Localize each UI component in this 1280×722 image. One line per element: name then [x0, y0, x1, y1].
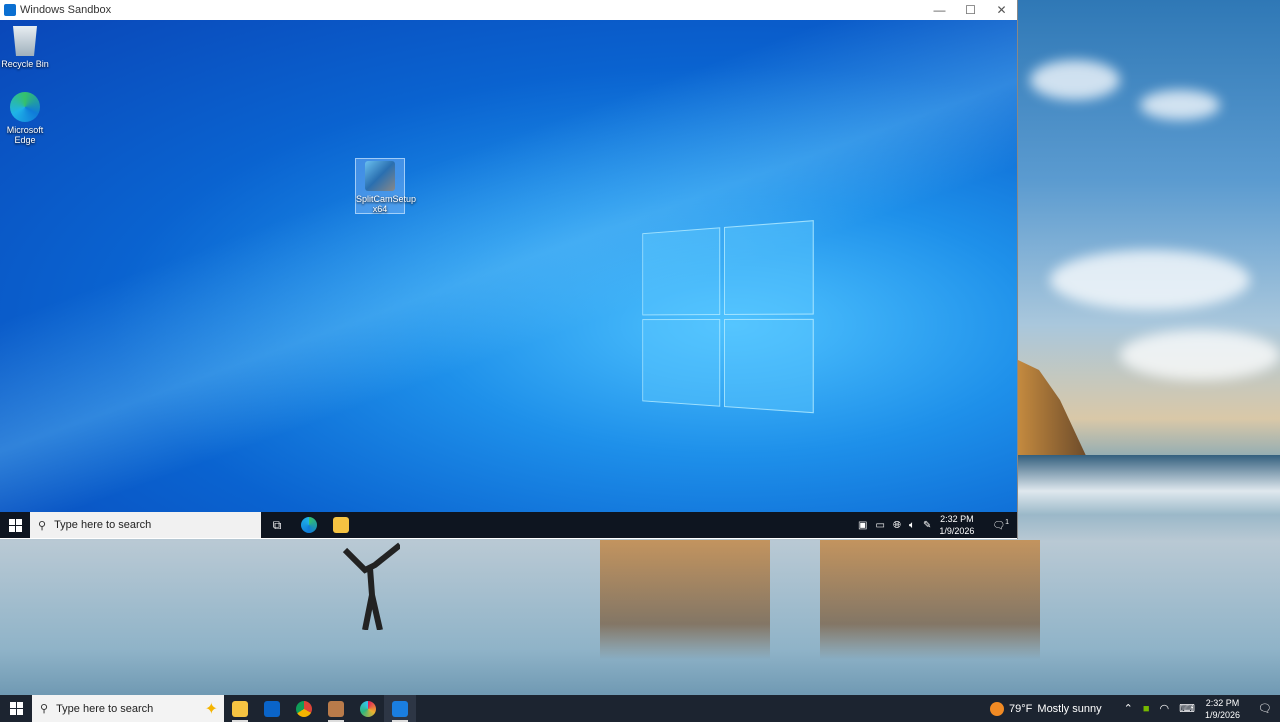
slack-icon: [360, 701, 376, 717]
taskbar-file-explorer[interactable]: [325, 512, 357, 538]
windows-icon: [10, 702, 23, 715]
edge-shortcut[interactable]: Microsoft Edge: [0, 92, 50, 145]
outlook-icon: [264, 701, 280, 717]
news-icon[interactable]: ▣: [858, 520, 867, 531]
handstand-figure: [340, 540, 400, 630]
taskbar-slack[interactable]: [352, 695, 384, 722]
time: 2:32 PM: [1205, 697, 1240, 709]
installer-icon: [365, 161, 395, 191]
network-icon[interactable]: 🌐︎: [893, 520, 901, 531]
icon-label: Microsoft Edge: [7, 125, 44, 145]
icon-label: Recycle Bin: [1, 59, 49, 69]
sandbox-desktop[interactable]: Recycle Bin Microsoft Edge SplitCamSetup…: [0, 20, 1017, 512]
windows-icon: [9, 519, 22, 532]
keyboard-icon[interactable]: ⌨: [1179, 702, 1195, 715]
search-placeholder: Type here to search: [54, 519, 151, 531]
start-button[interactable]: [0, 519, 30, 532]
reflection: [600, 540, 770, 660]
search-icon: ⚲: [38, 519, 46, 532]
task-view-button[interactable]: ⧉: [261, 512, 293, 538]
reflection: [820, 540, 1040, 660]
window-title: Windows Sandbox: [20, 4, 111, 16]
weather-text: Mostly sunny: [1037, 703, 1101, 715]
pen-icon[interactable]: ✎: [923, 520, 931, 531]
notification-count: 1: [1005, 519, 1009, 526]
volume-icon[interactable]: 🔈︎: [909, 520, 915, 531]
minimize-button[interactable]: —: [924, 3, 955, 17]
task-view-icon: ⧉: [273, 518, 282, 533]
weather-sun-icon: [990, 702, 1004, 716]
taskbar-app[interactable]: [320, 695, 352, 722]
search-box[interactable]: ⚲ Type here to search: [30, 512, 261, 538]
maximize-button[interactable]: ☐: [955, 3, 986, 17]
wifi-icon[interactable]: ◠: [1159, 702, 1169, 715]
title-bar[interactable]: Windows Sandbox — ☐ ✕: [0, 0, 1017, 20]
taskbar-file-explorer[interactable]: [224, 695, 256, 722]
notification-icon[interactable]: 🗨︎1: [992, 519, 1009, 531]
search-icon: ⚲: [40, 702, 48, 715]
cliff: [1018, 360, 1088, 460]
recycle-bin-icon: [10, 26, 40, 56]
weather-temp: 79°F: [1009, 703, 1032, 715]
search-placeholder: Type here to search: [56, 703, 153, 715]
date: 1/9/2026: [939, 525, 974, 537]
clock[interactable]: 2:32 PM1/9/2026: [939, 513, 974, 537]
taskbar-outlook[interactable]: [256, 695, 288, 722]
taskbar-chrome[interactable]: [288, 695, 320, 722]
notification-icon[interactable]: 🗨︎: [1258, 702, 1272, 715]
time: 2:32 PM: [939, 513, 974, 525]
edge-icon: [301, 517, 317, 533]
sparkle-icon: ✦: [205, 699, 218, 719]
chrome-icon: [296, 701, 312, 717]
nvidia-icon[interactable]: ■: [1143, 703, 1150, 715]
recycle-bin-shortcut[interactable]: Recycle Bin: [0, 26, 50, 69]
sandbox-icon: [392, 701, 408, 717]
sandbox-window[interactable]: Windows Sandbox — ☐ ✕ Recycle Bin Micros…: [0, 0, 1018, 539]
sandbox-icon: [4, 4, 16, 16]
folder-icon: [333, 517, 349, 533]
close-button[interactable]: ✕: [986, 3, 1017, 17]
sea: [1018, 455, 1280, 515]
weather-widget[interactable]: 79°F Mostly sunny: [990, 702, 1102, 716]
battery-icon[interactable]: ▭: [876, 520, 885, 531]
chevron-up-icon[interactable]: ⌃: [1124, 702, 1133, 715]
app-icon: [328, 701, 344, 717]
start-button[interactable]: [0, 702, 32, 715]
folder-icon: [232, 701, 248, 717]
windows-logo-wallpaper: [642, 220, 818, 422]
sandbox-taskbar: ⚲ Type here to search ⧉ ▣ ▭ 🌐︎ 🔈︎ ✎ 2:32 …: [0, 512, 1017, 538]
splitcam-setup-shortcut[interactable]: SplitCamSetup x64: [355, 158, 405, 214]
edge-icon: [10, 92, 40, 122]
clock[interactable]: 2:32 PM1/9/2026: [1205, 697, 1240, 721]
taskbar-edge[interactable]: [293, 512, 325, 538]
taskbar-windows-sandbox[interactable]: [384, 695, 416, 722]
search-box[interactable]: ⚲ Type here to search ✦: [32, 695, 224, 722]
date: 1/9/2026: [1205, 709, 1240, 721]
host-taskbar: ⚲Type here to search✦ 79°F Mostly sunny …: [0, 695, 1280, 722]
